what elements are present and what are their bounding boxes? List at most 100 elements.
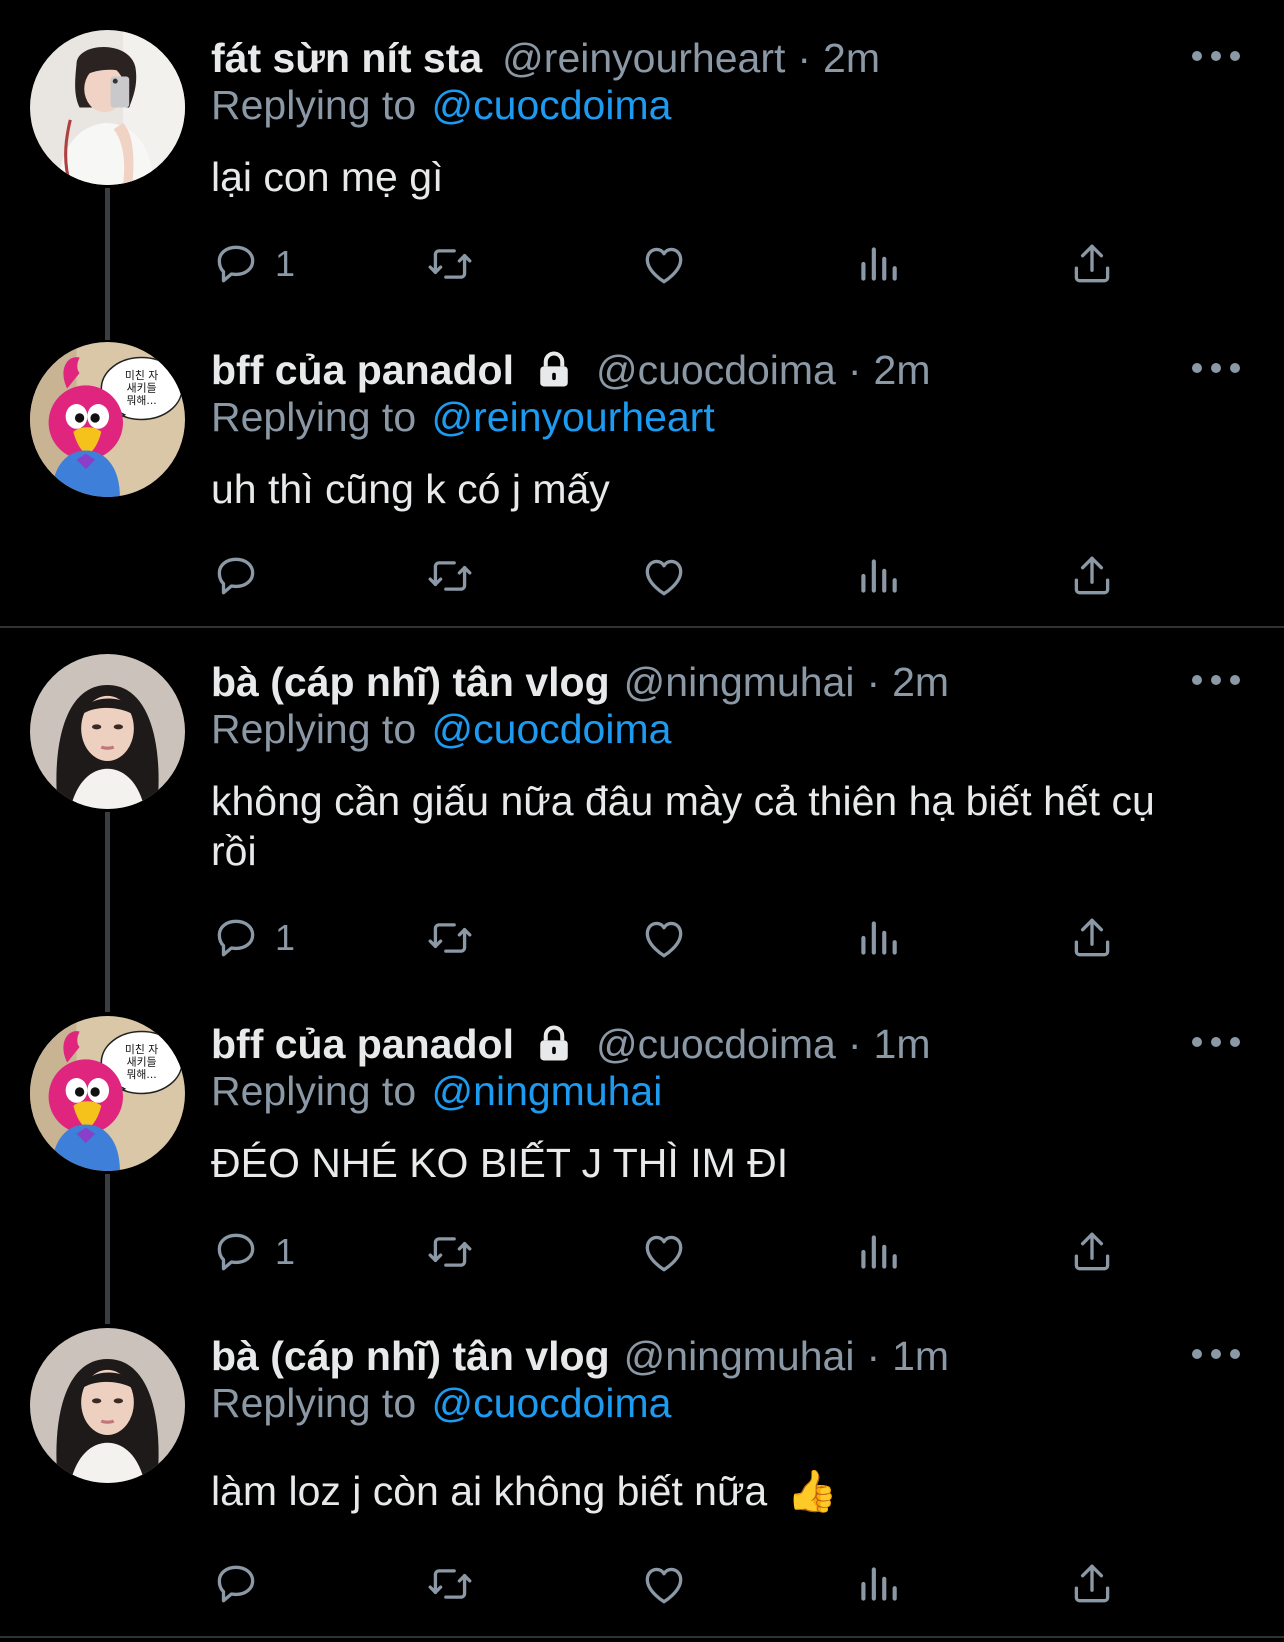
retweet-button[interactable] [425, 1224, 475, 1280]
reply-count: 1 [275, 1231, 296, 1272]
user-handle[interactable]: @ningmuhai [624, 659, 855, 706]
tweet[interactable]: bff của panadol @cuocdoima · 2m Replying… [0, 342, 1284, 622]
retweet-icon [425, 913, 475, 963]
reply-button[interactable]: 1 [211, 236, 295, 292]
tweet[interactable]: bà (cáp nhĩ) tân vlog @ningmuhai · 2m Re… [0, 654, 1284, 994]
reply-count: 1 [275, 917, 296, 958]
retweet-button[interactable] [425, 236, 475, 292]
replying-to-mention[interactable]: @cuocdoima [432, 82, 672, 128]
reply-button[interactable]: 1 [211, 910, 295, 966]
avatar-image [30, 654, 185, 809]
display-name[interactable]: bff của panadol [211, 347, 514, 394]
tweet-header: bff của panadol @cuocdoima · 2m [211, 342, 931, 398]
replying-to-mention[interactable]: @cuocdoima [432, 706, 672, 752]
share-icon [1067, 239, 1117, 289]
share-button[interactable] [1067, 236, 1117, 292]
like-icon [639, 1559, 689, 1609]
views-icon [853, 1227, 903, 1277]
tweet-text: uh thì cũng k có j mấy [211, 466, 610, 512]
views-icon [853, 913, 903, 963]
share-button[interactable] [1067, 548, 1117, 604]
replying-to-label: Replying to [211, 706, 417, 752]
tweet[interactable]: bà (cáp nhĩ) tân vlog @ningmuhai · 1m Re… [0, 1328, 1284, 1628]
retweet-button[interactable] [425, 548, 475, 604]
replying-to-label: Replying to [211, 82, 417, 128]
timestamp[interactable]: 1m [892, 1333, 949, 1380]
share-button[interactable] [1067, 910, 1117, 966]
tweet-header: bff của panadol @cuocdoima · 1m [211, 1016, 931, 1072]
display-name[interactable]: bff của panadol [211, 1021, 514, 1068]
replying-to: Replying to @cuocdoima [211, 706, 671, 753]
avatar[interactable] [30, 342, 185, 497]
separator-dot: · [866, 658, 881, 705]
avatar[interactable] [30, 1016, 185, 1171]
like-button[interactable] [639, 1224, 689, 1280]
avatar[interactable] [30, 654, 185, 809]
like-icon [639, 239, 689, 289]
tweet-separator [0, 1636, 1284, 1638]
display-name[interactable]: bà (cáp nhĩ) tân vlog [211, 1333, 610, 1380]
user-handle[interactable]: @ningmuhai [624, 1333, 855, 1380]
tweet-text: không cần giấu nữa đâu mày cả thiên hạ b… [211, 776, 1251, 876]
replying-to: Replying to @reinyourheart [211, 394, 715, 441]
reply-count: 1 [275, 243, 296, 284]
views-icon [853, 551, 903, 601]
like-button[interactable] [639, 548, 689, 604]
timestamp[interactable]: 2m [892, 659, 949, 706]
reply-icon [211, 1559, 261, 1609]
more-icon[interactable] [1192, 44, 1240, 68]
replying-to-mention[interactable]: @reinyourheart [432, 394, 715, 440]
reply-button[interactable] [211, 1556, 275, 1612]
timestamp[interactable]: 2m [823, 35, 880, 82]
more-icon[interactable] [1192, 356, 1240, 380]
replying-to-mention[interactable]: @ningmuhai [432, 1068, 663, 1114]
tweet-text-line: không cần giấu nữa đâu mày cả thiên hạ b… [211, 778, 1155, 824]
action-bar: 1 [211, 910, 1271, 966]
views-button[interactable] [853, 1556, 903, 1612]
timestamp[interactable]: 1m [874, 1021, 931, 1068]
tweet-text: ĐÉO NHÉ KO BIẾT J THÌ IM ĐI [211, 1140, 789, 1186]
reply-button[interactable]: 1 [211, 1224, 295, 1280]
user-handle[interactable]: @reinyourheart [502, 35, 785, 82]
timestamp[interactable]: 2m [874, 347, 931, 394]
display-name[interactable]: fát sừn nít sta [211, 35, 482, 82]
retweet-icon [425, 551, 475, 601]
reply-icon [211, 1227, 261, 1277]
views-button[interactable] [853, 910, 903, 966]
views-button[interactable] [853, 236, 903, 292]
more-icon[interactable] [1192, 668, 1240, 692]
views-button[interactable] [853, 548, 903, 604]
reply-button[interactable] [211, 548, 275, 604]
user-handle[interactable]: @cuocdoima [596, 347, 836, 394]
retweet-button[interactable] [425, 910, 475, 966]
separator-dot: · [847, 1020, 862, 1067]
reply-icon [211, 913, 261, 963]
like-button[interactable] [639, 236, 689, 292]
share-icon [1067, 913, 1117, 963]
action-bar [211, 1556, 1271, 1612]
replying-to-mention[interactable]: @cuocdoima [432, 1380, 672, 1426]
like-button[interactable] [639, 910, 689, 966]
avatar[interactable] [30, 30, 185, 185]
more-icon[interactable] [1192, 1342, 1240, 1366]
tweet-separator [0, 626, 1284, 628]
replying-to: Replying to @cuocdoima [211, 1380, 671, 1427]
avatar-image [30, 30, 185, 185]
avatar[interactable] [30, 1328, 185, 1483]
share-button[interactable] [1067, 1556, 1117, 1612]
retweet-icon [425, 239, 475, 289]
tweet[interactable]: fát sừn nít sta @reinyourheart · 2m Repl… [0, 30, 1284, 330]
tweet[interactable]: bff của panadol @cuocdoima · 1m Replying… [0, 1016, 1284, 1316]
retweet-button[interactable] [425, 1556, 475, 1612]
more-icon[interactable] [1192, 1030, 1240, 1054]
display-name[interactable]: bà (cáp nhĩ) tân vlog [211, 659, 610, 706]
user-handle[interactable]: @cuocdoima [596, 1021, 836, 1068]
reply-icon [211, 551, 261, 601]
like-icon [639, 913, 689, 963]
like-button[interactable] [639, 1556, 689, 1612]
tweet-text-content: làm loz j còn ai không biết nữa [211, 1468, 768, 1514]
views-button[interactable] [853, 1224, 903, 1280]
lock-icon [532, 348, 576, 392]
share-button[interactable] [1067, 1224, 1117, 1280]
replying-to-label: Replying to [211, 394, 417, 440]
